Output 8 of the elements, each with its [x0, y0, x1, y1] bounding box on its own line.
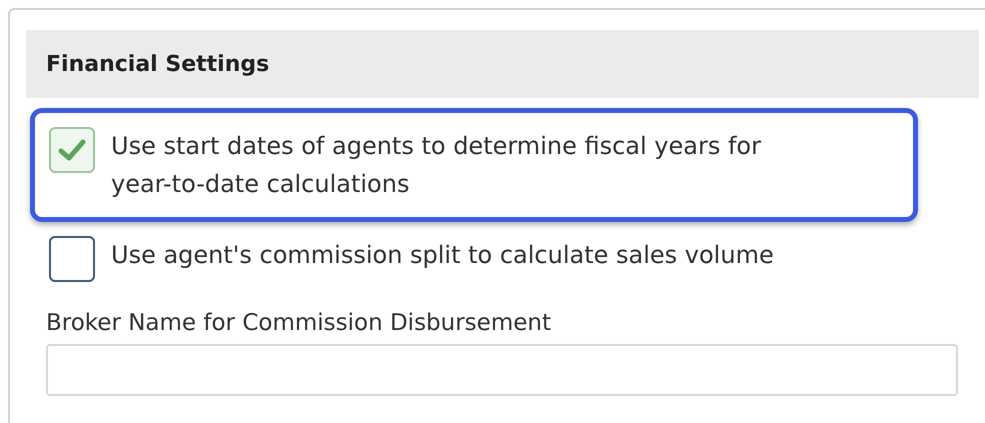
checkbox[interactable]	[49, 127, 95, 173]
section-header: Financial Settings	[26, 30, 979, 98]
broker-name-field[interactable]	[46, 344, 958, 396]
check-icon	[58, 138, 86, 162]
option-label: Use start dates of agents to determine fiscal years for year-to-date calculations	[111, 131, 762, 200]
checkbox[interactable]	[49, 236, 95, 282]
option-label: Use agent's commission split to calculate sales volume	[111, 240, 774, 271]
field-label: Broker Name for Commission Disbursement	[46, 310, 552, 336]
